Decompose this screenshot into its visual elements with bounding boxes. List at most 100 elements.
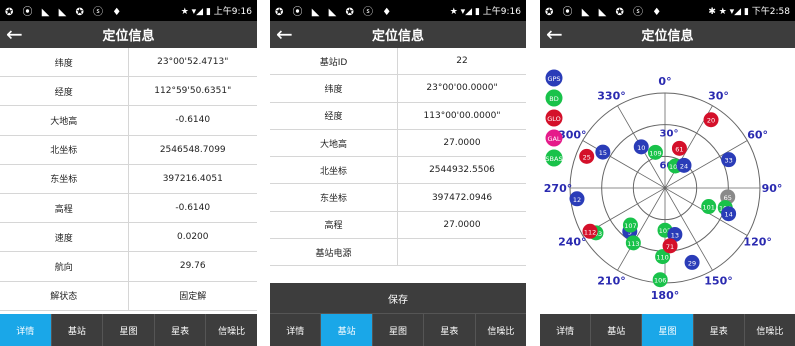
page-title: 定位信息 [102, 29, 155, 44]
satellite-id: 13 [671, 231, 679, 239]
row-label: 速度 [0, 223, 129, 252]
tab-sat-list[interactable]: 星表 [694, 314, 745, 346]
legend-label: SBAS [545, 155, 562, 163]
back-arrow-icon[interactable]: ← [276, 23, 293, 45]
tab-sky-map[interactable]: 星图 [373, 314, 425, 346]
tab-detail[interactable]: 详情 [270, 314, 322, 346]
table-row: 东坐标 397216.4051 [0, 164, 257, 194]
back-arrow-icon[interactable]: ← [546, 23, 563, 45]
row-value: 23°00'00.0000" [426, 83, 498, 94]
row-value: 113°00'00.0000" [423, 110, 501, 121]
screen-base-station: ✪ ⦿ ◣ ◣ ✪ ⓢ ♦ ★ ▾◢ ▮ 上午9:16 ← 定位信息 基站ID 2… [270, 0, 526, 346]
table-row: 大地高 27.0000 [270, 129, 526, 158]
elevation-label: 30° [660, 129, 679, 140]
row-label: 纬度 [0, 48, 129, 77]
table-row: 纬度 23°00'00.0000" [270, 75, 526, 103]
satellite-id: 112 [584, 228, 596, 236]
satellite-skyplot: 0° 30° 60° 90° 120° 150° 180° 210° 240° 270° 300° 3… [544, 69, 782, 302]
tab-base-station[interactable]: 基站 [321, 314, 373, 346]
row-label: 大地高 [270, 129, 398, 157]
tab-snr[interactable]: 信噪比 [206, 314, 257, 346]
azimuth-label: 30° [708, 89, 729, 102]
row-value: 112°59'50.6351" [154, 86, 232, 97]
azimuth-label: 150° [704, 275, 732, 288]
status-time: ★ ▾◢ ▮ 上午9:16 [180, 7, 252, 17]
tab-sat-list[interactable]: 星表 [424, 314, 476, 346]
row-label: 经度 [270, 102, 398, 129]
row-label: 高程 [270, 211, 398, 239]
row-value: 397216.4051 [162, 173, 223, 184]
tab-sat-list[interactable]: 星表 [155, 314, 207, 346]
bottom-tab-bar: 详情 基站 星图 星表 信噪比 [270, 314, 526, 346]
row-value: 2546548.7099 [159, 144, 226, 155]
azimuth-label: 240° [558, 236, 586, 249]
tab-snr[interactable]: 信噪比 [745, 314, 795, 346]
row-value: 23°00'52.4713" [157, 57, 229, 68]
status-time: ★ ▾◢ ▮ 上午9:16 [449, 7, 521, 17]
satellite-id: 101 [703, 204, 715, 212]
screen-skyplot: ✪ ⦿ ◣ ◣ ✪ ⓢ ♦ ✱ ★ ▾◢ ▮ 下午2:58 ← 定位信息 0° 3… [540, 0, 795, 346]
row-label: 解状态 [0, 281, 129, 310]
satellite-id: 24 [680, 162, 688, 170]
satellite-id: 107 [624, 222, 636, 230]
status-time: ✱ ★ ▾◢ ▮ 下午2:58 [708, 7, 790, 17]
legend-label: GAL [547, 135, 560, 143]
row-value: 0.0200 [177, 232, 209, 243]
title-bar: ← 定位信息 [270, 21, 526, 48]
status-icons: ✪ ⦿ ◣ ◣ ✪ ⓢ ♦ [545, 7, 665, 18]
table-row: 北坐标 2544932.5506 [270, 157, 526, 185]
page-title: 定位信息 [641, 29, 694, 44]
azimuth-label: 0° [658, 75, 671, 88]
azimuth-label: 180° [651, 289, 679, 302]
table-row: 大地高 -0.6140 [0, 106, 257, 136]
azimuth-label: 60° [747, 129, 768, 142]
status-bar: ✪ ⦿ ◣ ◣ ✪ ⓢ ♦ ✱ ★ ▾◢ ▮ 下午2:58 [540, 0, 795, 21]
tab-snr[interactable]: 信噪比 [476, 314, 526, 346]
row-label: 经度 [0, 77, 129, 106]
tab-base-station[interactable]: 基站 [52, 314, 104, 346]
row-value: 22 [456, 56, 468, 67]
row-value: 397472.0946 [431, 192, 493, 203]
satellite-id: 113 [627, 240, 639, 248]
tab-sky-map[interactable]: 星图 [103, 314, 155, 346]
tab-detail[interactable]: 详情 [0, 314, 52, 346]
satellite-id: 29 [688, 259, 696, 267]
table-row: 经度 113°00'00.0000" [270, 102, 526, 130]
azimuth-label: 270° [544, 182, 572, 195]
tab-detail[interactable]: 详情 [540, 314, 592, 346]
satellite-id: 110 [656, 254, 668, 262]
satellite-id: 109 [649, 149, 661, 157]
row-value: 2544932.5506 [429, 165, 495, 176]
satellite-id: 71 [666, 243, 674, 251]
table-row: 东坐标 397472.0946 [270, 184, 526, 212]
tab-base-station[interactable]: 基站 [591, 314, 643, 346]
base-station-table: 基站ID 22 纬度 23°00'00.0000" 经度 113°00'00.0000" 大… [270, 48, 526, 267]
row-label: 基站电源 [270, 239, 398, 266]
title-bar: ← 定位信息 [540, 21, 795, 48]
row-value: 27.0000 [443, 138, 481, 149]
table-row: 高程 -0.6140 [0, 193, 257, 224]
satellite-id: 33 [725, 157, 733, 165]
row-label: 大地高 [0, 106, 129, 135]
page-title: 定位信息 [371, 29, 424, 44]
status-bar: ✪ ⦿ ◣ ◣ ✪ ⓢ ♦ ★ ▾◢ ▮ 上午9:16 [0, 0, 257, 21]
table-row: 解状态 固定解 [0, 281, 257, 311]
bottom-tab-bar: 详情 基站 星图 星表 信噪比 [540, 314, 795, 346]
save-button[interactable]: 保存 [270, 283, 526, 314]
row-value [398, 239, 526, 265]
legend-label: GPS [547, 75, 560, 83]
back-arrow-icon[interactable]: ← [6, 23, 23, 45]
info-table: 纬度 23°00'52.4713" 经度 112°59'50.6351" 大地高 -0.6… [0, 48, 257, 311]
row-label: 高程 [0, 193, 129, 223]
azimuth-label: 300° [558, 129, 586, 142]
azimuth-label: 330° [597, 89, 625, 102]
table-row: 基站ID 22 [270, 48, 526, 76]
azimuth-label: 210° [597, 275, 625, 288]
table-row: 北坐标 2546548.7099 [0, 135, 257, 165]
satellite-id: 10 [637, 144, 645, 152]
tab-sky-map[interactable]: 星图 [642, 314, 694, 346]
status-icons: ✪ ⦿ ◣ ◣ ✪ ⓢ ♦ [275, 7, 395, 18]
status-bar: ✪ ⦿ ◣ ◣ ✪ ⓢ ♦ ★ ▾◢ ▮ 上午9:16 [270, 0, 526, 21]
satellite-id: 12 [573, 196, 581, 204]
satellite-id: 20 [707, 117, 715, 125]
